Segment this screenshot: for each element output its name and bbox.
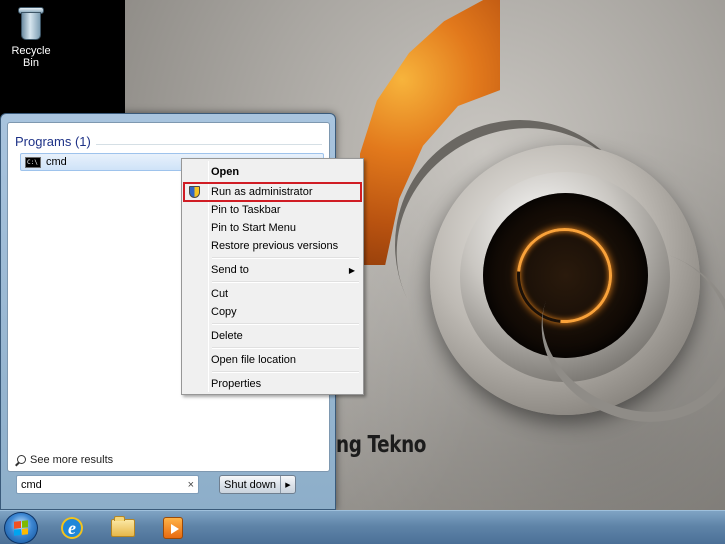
- context-item-copy[interactable]: Copy: [184, 303, 361, 321]
- taskbar-internet-explorer[interactable]: e: [52, 514, 92, 542]
- context-item-label: Open: [211, 166, 240, 178]
- context-item-pin-to-taskbar[interactable]: Pin to Taskbar: [184, 201, 361, 219]
- internet-explorer-icon: e: [61, 517, 83, 539]
- context-item-label: Restore previous versions: [211, 240, 339, 252]
- recycle-bin-icon: [16, 4, 46, 42]
- see-more-results-link[interactable]: See more results: [15, 454, 113, 466]
- magnifier-icon: [15, 454, 26, 466]
- taskbar-media-player[interactable]: [153, 514, 193, 542]
- command-prompt-icon: C:\: [25, 156, 41, 168]
- context-item-pin-to-start-menu[interactable]: Pin to Start Menu: [184, 219, 361, 237]
- see-more-label: See more results: [30, 454, 114, 466]
- context-item-cut[interactable]: Cut: [184, 285, 361, 303]
- context-item-label: Pin to Taskbar: [211, 204, 281, 216]
- shutdown-options-arrow-icon[interactable]: ▶: [280, 476, 295, 493]
- context-item-label: Pin to Start Menu: [211, 222, 296, 234]
- shutdown-button[interactable]: Shut down: [220, 476, 280, 493]
- context-item-open-file-location[interactable]: Open file location: [184, 351, 361, 369]
- context-item-label: Run as administrator: [211, 186, 313, 198]
- programs-section-title: Programs (1): [15, 134, 91, 149]
- context-menu: Open Run as administrator Pin to Taskbar…: [181, 158, 364, 395]
- context-item-run-as-administrator[interactable]: Run as administrator: [183, 182, 362, 202]
- desktop-icon-label: Recycle Bin: [11, 45, 51, 69]
- section-divider: [96, 144, 322, 145]
- context-item-label: Send to: [211, 264, 249, 276]
- search-result-label: cmd: [46, 156, 67, 168]
- uac-shield-icon: [189, 186, 200, 198]
- context-item-label: Delete: [211, 330, 243, 342]
- desktop-icon-recycle-bin[interactable]: Recycle Bin: [2, 4, 60, 69]
- wallpaper-brand-text: ng Tekno: [336, 432, 427, 458]
- start-search-input[interactable]: [21, 478, 171, 491]
- media-player-icon: [163, 517, 183, 539]
- context-item-send-to[interactable]: Send to ▶: [184, 261, 361, 279]
- context-item-delete[interactable]: Delete: [184, 327, 361, 345]
- shutdown-button-group: Shut down ▶: [219, 475, 296, 494]
- context-item-open[interactable]: Open: [184, 161, 361, 183]
- taskbar-windows-explorer[interactable]: [103, 514, 143, 542]
- context-item-restore-previous-versions[interactable]: Restore previous versions: [184, 237, 361, 255]
- submenu-arrow-icon: ▶: [348, 265, 355, 275]
- context-item-label: Open file location: [211, 354, 296, 366]
- context-item-label: Copy: [211, 306, 237, 318]
- clear-search-icon[interactable]: ×: [188, 479, 194, 491]
- context-item-label: Properties: [211, 378, 262, 390]
- windows-logo-icon: [14, 520, 28, 536]
- context-item-label: Cut: [211, 288, 229, 300]
- start-button[interactable]: [4, 512, 38, 544]
- start-search-box[interactable]: ×: [16, 475, 199, 494]
- context-item-properties[interactable]: Properties: [184, 375, 361, 393]
- folder-icon: [111, 516, 135, 537]
- taskbar: e: [0, 510, 725, 544]
